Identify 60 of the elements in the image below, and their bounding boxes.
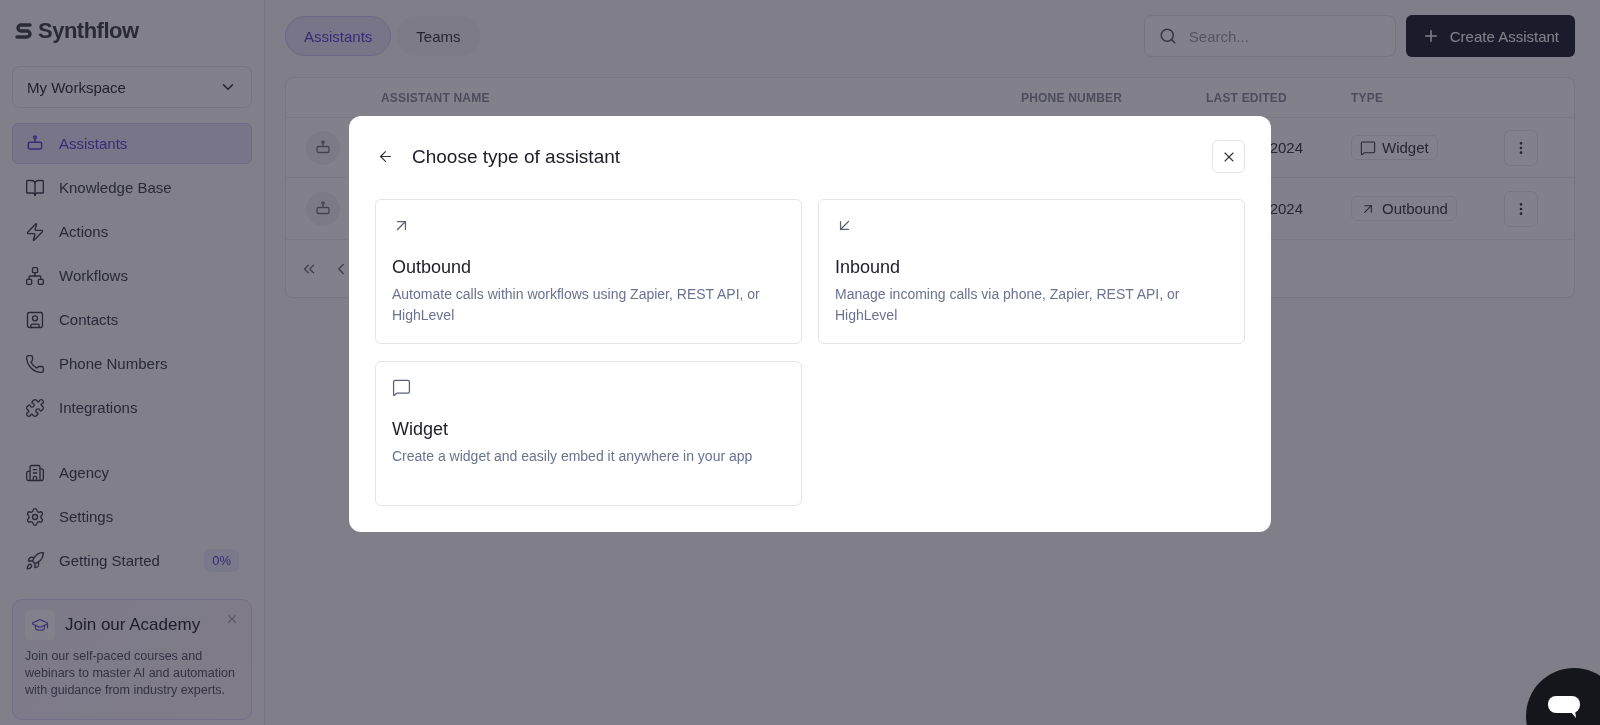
sidebar-label: Contacts (59, 311, 120, 328)
sidebar-label: Knowledge Base (59, 179, 173, 196)
create-assistant-button[interactable]: Create Assistant (1405, 15, 1575, 57)
card-description: Create a widget and easily embed it anywhere in your app (392, 447, 754, 466)
academy-text: Join our self-paced courses and webinars to master AI and automation with guidance from industry experts. (25, 648, 236, 699)
chat-bubble-icon (1360, 139, 1376, 156)
sidebar-label: Workflows (59, 267, 129, 284)
chat-bubble-icon (1548, 696, 1580, 718)
card-description: Automate calls within workflows using Zapier, REST API, or HighLevel (392, 285, 761, 325)
sidebar-item[interactable]: Getting Started 0% (12, 540, 252, 581)
phone-icon (25, 353, 45, 374)
workspace-dropdown[interactable]: My Workspace (12, 66, 252, 108)
type-tag: Widget (1351, 135, 1438, 160)
card-title: Outbound (392, 257, 473, 278)
assistant-type-card[interactable]: Outbound Automate calls within workflows using Zapier, REST API, or HighLevel (375, 199, 802, 344)
table-cell: 2024 (1269, 200, 1303, 217)
sidebar-item[interactable]: Assistants (12, 123, 252, 164)
sidebar-item[interactable]: Knowledge Base (12, 167, 252, 208)
lightning-icon (25, 221, 45, 242)
card-title: Widget (392, 419, 450, 440)
book-icon (25, 177, 45, 198)
progress-badge: 0% (204, 549, 239, 572)
table-cell: 2024 (1269, 139, 1303, 156)
sidebar-label: Agency (59, 464, 111, 481)
close-icon[interactable] (225, 612, 239, 626)
logo-icon (14, 20, 34, 42)
sidebar-label: Settings (59, 508, 115, 525)
close-button[interactable] (1212, 140, 1245, 173)
brand-name: Synthflow (38, 18, 139, 44)
sidebar-label: Phone Numbers (59, 355, 169, 372)
sidebar-label: Getting Started (59, 552, 161, 569)
settings-icon (25, 506, 45, 527)
tab[interactable]: Assistants (285, 16, 392, 56)
hierarchy-icon (25, 265, 45, 286)
academy-title: Join our Academy (65, 615, 201, 635)
puzzle-icon (25, 397, 45, 418)
sidebar-label: Assistants (59, 135, 129, 152)
card-description: Manage incoming calls via phone, Zapier, REST API, or HighLevel (835, 285, 1181, 325)
sidebar-item[interactable]: Workflows (12, 255, 252, 296)
sidebar-item[interactable]: Integrations (12, 387, 252, 428)
modal-title: Choose type of assistant (412, 145, 622, 168)
assistant-type-card[interactable]: Widget Create a widget and easily embed it anywhere in your app (375, 361, 802, 506)
robot-icon (306, 130, 340, 165)
rocket-icon (25, 550, 45, 571)
contact-card-icon (25, 309, 45, 330)
sidebar-item[interactable]: Actions (12, 211, 252, 252)
chat-bubble-icon (392, 378, 411, 397)
sidebar-label: Integrations (59, 399, 139, 416)
robot-icon (306, 191, 340, 226)
sidebar-item[interactable]: Agency (12, 452, 252, 493)
type-tag: Outbound (1351, 196, 1457, 221)
search-icon (1158, 27, 1177, 45)
sidebar-label: Actions (59, 223, 110, 240)
building-icon (25, 462, 45, 483)
card-title: Inbound (835, 257, 902, 278)
sidebar-item[interactable]: Contacts (12, 299, 252, 340)
graduation-cap-icon (25, 610, 55, 640)
assistant-type-card[interactable]: Inbound Manage incoming calls via phone, Zapier, REST API, or HighLevel (818, 199, 1245, 344)
sidebar-item[interactable]: Phone Numbers (12, 343, 252, 384)
sidebar-item[interactable]: Settings (12, 496, 252, 537)
